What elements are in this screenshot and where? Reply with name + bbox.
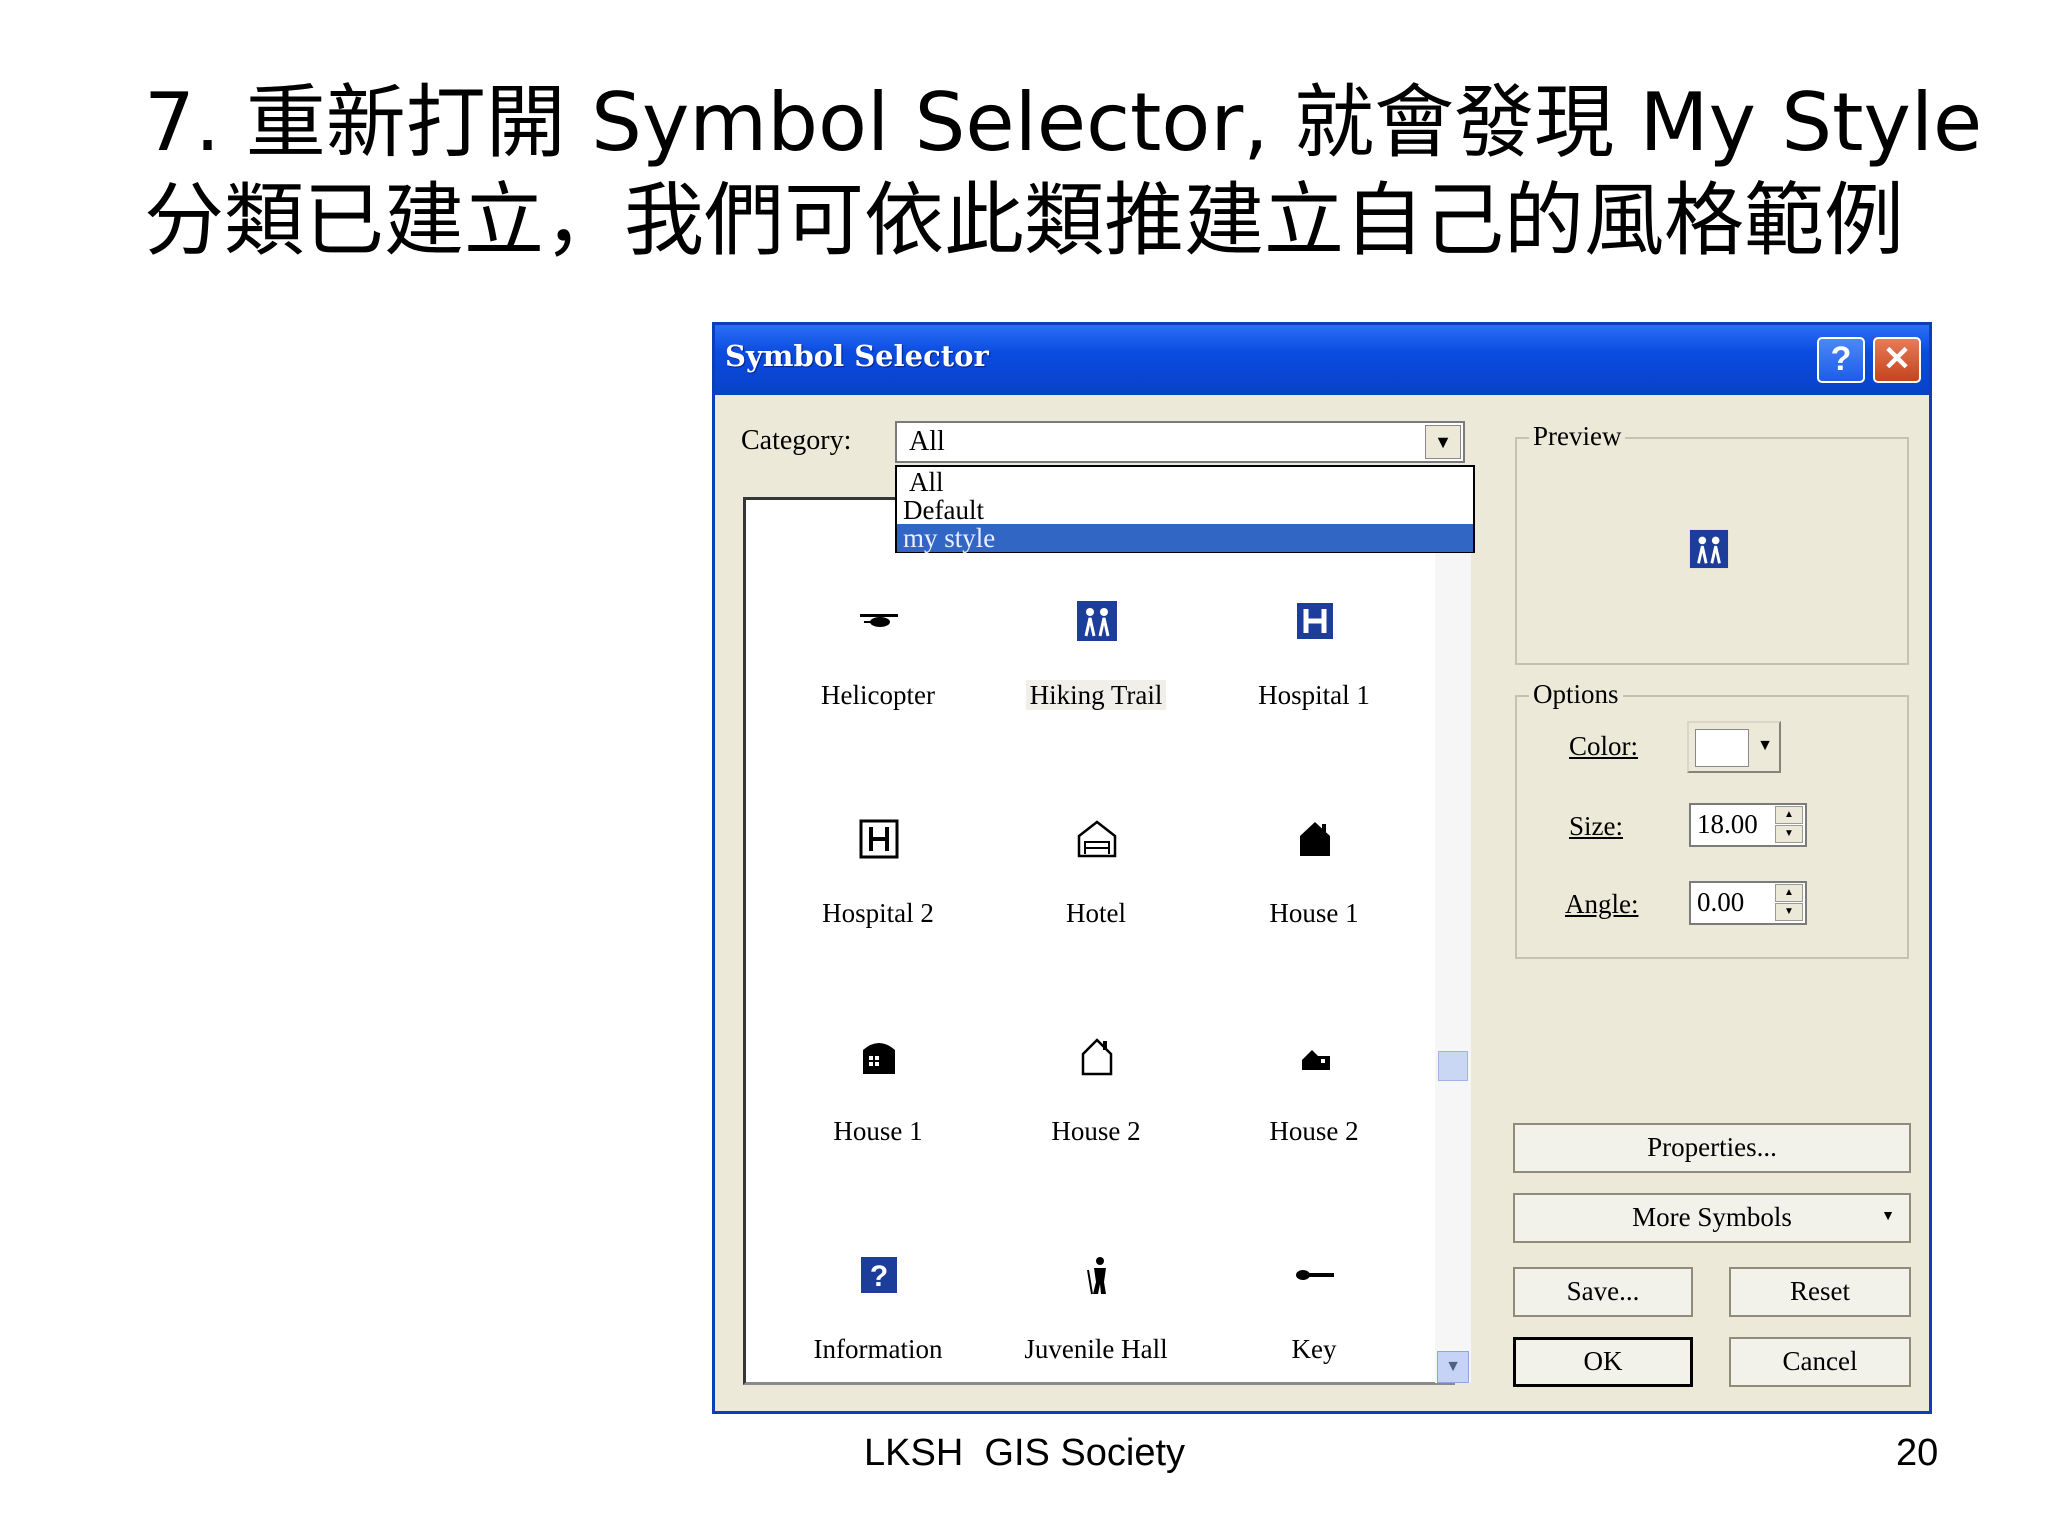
- hotel-icon: [1077, 820, 1117, 858]
- house-small-icon: [1302, 1050, 1330, 1070]
- key-icon: [1296, 1270, 1334, 1280]
- symbol-cell-hospital-2[interactable]: Hospital 2: [768, 818, 988, 1018]
- symbol-label: Information: [813, 1334, 943, 1364]
- symbol-cell-juvenile-hall[interactable]: Juvenile Hall: [986, 1254, 1206, 1382]
- symbol-selector-dialog: Symbol Selector ? ✕ Category: All ▼ All …: [712, 322, 1932, 1414]
- slide-title-line-2: 分類已建立，我們可依此類推建立自己的風格範例: [144, 174, 1904, 267]
- symbol-cell-house-1[interactable]: House 1: [1204, 818, 1424, 1018]
- information-icon: ?: [861, 1257, 897, 1293]
- category-combo[interactable]: All ▼: [895, 421, 1465, 463]
- preview-group: Preview: [1515, 421, 1909, 665]
- color-swatch: [1695, 729, 1749, 767]
- symbol-label: Hotel: [1066, 898, 1126, 928]
- reset-button[interactable]: Reset: [1729, 1267, 1911, 1317]
- slide-page-number: 20: [1896, 1432, 1939, 1474]
- house-filled-icon: [1300, 822, 1330, 856]
- category-dropdown-list: All Default my style: [895, 465, 1475, 553]
- properties-button[interactable]: Properties...: [1513, 1123, 1911, 1173]
- symbol-label: House 2: [1269, 1116, 1359, 1146]
- color-picker-button[interactable]: ▼: [1687, 721, 1781, 773]
- angle-spinner[interactable]: 0.00 ▲ ▼: [1689, 881, 1807, 925]
- scroll-down-icon[interactable]: ▼: [1437, 1351, 1469, 1383]
- preview-label: Preview: [1529, 421, 1626, 452]
- symbol-cell-hospital-1[interactable]: Hospital 1: [1204, 600, 1424, 800]
- dialog-titlebar: Symbol Selector ? ✕: [715, 325, 1929, 395]
- chevron-down-icon: ▼: [1881, 1209, 1895, 1224]
- save-button[interactable]: Save...: [1513, 1267, 1693, 1317]
- size-up-icon[interactable]: ▲: [1775, 806, 1803, 824]
- hospital-filled-icon: [1297, 603, 1333, 639]
- symbol-label: Juvenile Hall: [1024, 1334, 1168, 1364]
- options-group: Options Color: ▼ Size: 18.00 ▲ ▼ Angle: …: [1515, 679, 1909, 959]
- size-value: 18.00: [1697, 809, 1758, 839]
- chevron-down-icon[interactable]: ▼: [1425, 425, 1461, 459]
- house-building-icon: [863, 1043, 895, 1074]
- angle-down-icon[interactable]: ▼: [1775, 903, 1803, 921]
- scrollbar-thumb[interactable]: [1438, 1051, 1468, 1081]
- hospital-outline-icon: [859, 819, 899, 859]
- angle-up-icon[interactable]: ▲: [1775, 884, 1803, 902]
- symbol-label: Helicopter: [821, 680, 935, 710]
- symbol-label: Key: [1291, 1334, 1337, 1364]
- angle-value: 0.00: [1697, 887, 1745, 917]
- symbol-cell-helicopter[interactable]: Helicopter: [768, 600, 988, 800]
- ok-button[interactable]: OK: [1513, 1337, 1693, 1387]
- help-button[interactable]: ?: [1817, 337, 1865, 383]
- slide-title: 7. 重新打開 Symbol Selector, 就會發現 My Style 分…: [144, 74, 1983, 270]
- symbol-cell-house-2[interactable]: House 2: [986, 1036, 1206, 1236]
- color-label: Color:: [1569, 731, 1639, 761]
- size-down-icon[interactable]: ▼: [1775, 825, 1803, 843]
- symbol-label: Hiking Trail: [1025, 680, 1167, 710]
- close-button[interactable]: ✕: [1873, 337, 1921, 383]
- dropdown-option-all[interactable]: All: [897, 468, 1473, 496]
- dialog-title: Symbol Selector: [725, 339, 989, 373]
- symbol-label: Hospital 2: [822, 898, 934, 928]
- dropdown-option-my-style[interactable]: my style: [897, 524, 1473, 552]
- preview-hiking-trail-icon: [1689, 529, 1729, 569]
- symbol-list-scrollbar[interactable]: ▼: [1435, 521, 1471, 1383]
- size-spinner[interactable]: 18.00 ▲ ▼: [1689, 803, 1807, 847]
- symbol-cell-hiking-trail[interactable]: Hiking Trail: [986, 600, 1206, 800]
- svg-text:?: ?: [870, 1260, 888, 1293]
- symbol-list: Helicopter Hiking Trail Hospital 1 Hospi…: [743, 497, 1455, 1385]
- helicopter-icon: [860, 614, 898, 627]
- house-outline-icon: [1081, 1038, 1113, 1076]
- category-value: All: [909, 426, 945, 457]
- symbol-label: Hospital 1: [1258, 680, 1370, 710]
- symbol-cell-hotel[interactable]: Hotel: [986, 818, 1206, 1018]
- symbol-label: House 1: [833, 1116, 923, 1146]
- options-label: Options: [1529, 679, 1623, 710]
- symbol-cell-house-2b[interactable]: House 2: [1204, 1036, 1424, 1236]
- symbol-label: House 1: [1269, 898, 1359, 928]
- slide-title-line-1: 7. 重新打開 Symbol Selector, 就會發現 My Style: [144, 76, 1983, 169]
- symbol-cell-house-1b[interactable]: House 1: [768, 1036, 988, 1236]
- symbol-label: House 2: [1051, 1116, 1141, 1146]
- symbol-cell-information[interactable]: ? Information: [768, 1254, 988, 1382]
- hiking-trail-icon: [1077, 601, 1117, 641]
- more-symbols-button[interactable]: More Symbols ▼: [1513, 1193, 1911, 1243]
- dropdown-option-default[interactable]: Default: [897, 496, 1473, 524]
- juvenile-hall-icon: [1087, 1257, 1106, 1295]
- size-label: Size:: [1569, 811, 1623, 841]
- slide-footer: LKSH GIS Society: [864, 1432, 1186, 1474]
- chevron-down-icon: ▼: [1757, 737, 1773, 754]
- category-label: Category:: [741, 425, 852, 456]
- symbol-cell-key[interactable]: Key: [1204, 1254, 1424, 1382]
- cancel-button[interactable]: Cancel: [1729, 1337, 1911, 1387]
- angle-label: Angle:: [1565, 889, 1639, 919]
